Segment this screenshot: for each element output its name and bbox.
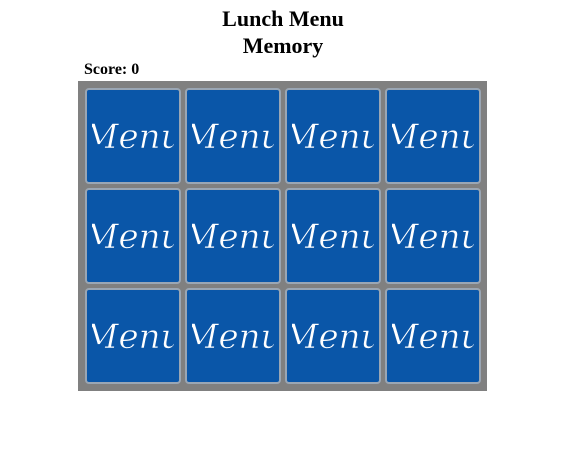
memory-card[interactable]: Menu <box>85 188 181 284</box>
memory-card[interactable]: Menu <box>185 88 281 184</box>
score-display: Score: 0 <box>84 61 139 79</box>
menu-script-icon: Menu <box>92 117 174 158</box>
memory-card[interactable]: Menu <box>85 88 181 184</box>
memory-card[interactable]: Menu <box>285 288 381 384</box>
menu-script-icon: Menu <box>292 317 374 358</box>
title-line-1: Lunch Menu <box>222 6 344 31</box>
card-back-label: Menu <box>292 217 374 257</box>
card-back-label: Menu <box>292 117 374 157</box>
card-back-label: Menu <box>392 217 474 257</box>
memory-card[interactable]: Menu <box>285 88 381 184</box>
page-title: Lunch Menu Memory <box>0 5 566 59</box>
menu-script-icon: Menu <box>392 117 474 158</box>
memory-card[interactable]: Menu <box>385 188 481 284</box>
score-label: Score: <box>84 61 128 78</box>
memory-card[interactable]: Menu <box>285 188 381 284</box>
card-back-label: Menu <box>92 117 174 157</box>
memory-card[interactable]: Menu <box>385 288 481 384</box>
card-back-label: Menu <box>192 317 274 357</box>
card-back-label: Menu <box>92 217 174 257</box>
game-board: Menu Menu Menu Menu Menu Menu Menu Menu Menu Menu… <box>78 81 487 391</box>
card-back-label: Menu <box>192 217 274 257</box>
memory-card[interactable]: Menu <box>185 288 281 384</box>
card-back-label: Menu <box>392 317 474 357</box>
card-back-label: Menu <box>92 317 174 357</box>
memory-card[interactable]: Menu <box>185 188 281 284</box>
memory-card[interactable]: Menu <box>85 288 181 384</box>
menu-script-icon: Menu <box>292 217 374 258</box>
menu-script-icon: Menu <box>192 117 274 158</box>
menu-script-icon: Menu <box>292 117 374 158</box>
title-line-2: Memory <box>242 33 324 58</box>
menu-script-icon: Menu <box>192 217 274 258</box>
score-value: 0 <box>131 61 140 78</box>
card-back-label: Menu <box>392 117 474 157</box>
card-back-label: Menu <box>292 317 374 357</box>
card-back-label: Menu <box>192 117 274 157</box>
memory-card[interactable]: Menu <box>385 88 481 184</box>
menu-script-icon: Menu <box>392 217 474 258</box>
menu-script-icon: Menu <box>392 317 474 358</box>
menu-script-icon: Menu <box>192 317 274 358</box>
menu-script-icon: Menu <box>92 317 174 358</box>
menu-script-icon: Menu <box>92 217 174 258</box>
